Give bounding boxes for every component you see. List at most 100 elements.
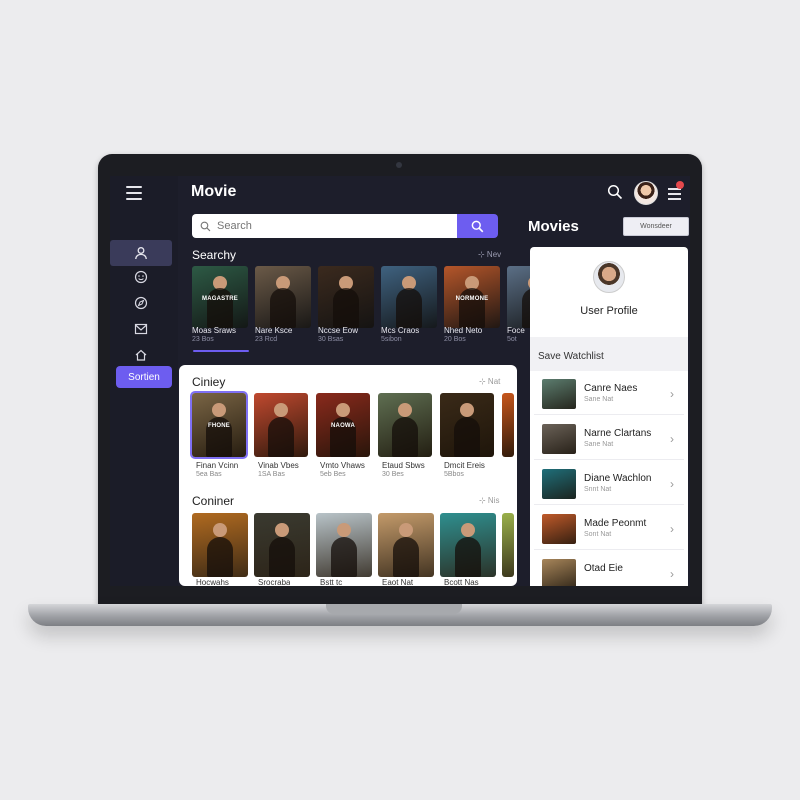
poster-figure <box>392 417 418 457</box>
movie-poster[interactable]: MAGASTRE <box>192 266 248 328</box>
section-more-link[interactable]: ⊹ Nev <box>478 250 501 259</box>
search-input[interactable] <box>217 220 437 232</box>
webcam <box>396 162 402 168</box>
movie-title[interactable]: Foce <box>507 326 525 335</box>
movie-poster[interactable] <box>440 393 494 457</box>
watchlist-thumbnail <box>542 559 576 586</box>
movie-poster[interactable] <box>502 393 514 457</box>
movie-title[interactable]: Hocwahs <box>196 578 229 586</box>
compass-icon[interactable] <box>110 290 172 316</box>
home-icon[interactable] <box>110 342 172 368</box>
search-field[interactable] <box>192 214 458 238</box>
poster-figure <box>270 288 296 328</box>
watchlist-item[interactable]: Made Peonmt Sont Nat › <box>534 508 684 550</box>
poster-figure <box>393 537 419 577</box>
movie-title[interactable]: Etaud Sbws <box>382 461 425 470</box>
movie-subtitle: 20 Bos <box>444 336 466 343</box>
movie-poster[interactable] <box>316 513 372 577</box>
movie-title[interactable]: Srocraba <box>258 578 290 586</box>
poster-figure <box>207 537 233 577</box>
section-title-ciniey: Ciniey <box>192 375 226 389</box>
search-icon <box>471 220 484 232</box>
movie-title[interactable]: Nare Ksce <box>255 326 292 335</box>
movie-title[interactable]: Vmto Vhaws <box>320 461 365 470</box>
chevron-right-icon[interactable]: › <box>670 477 674 491</box>
movie-title[interactable]: Vinab Vbes <box>258 461 299 470</box>
movie-title[interactable]: Mcs Craos <box>381 326 419 335</box>
watchlist-item[interactable]: Narne Clartans Sane Nat › <box>534 418 684 460</box>
watchlist-item[interactable]: Canre Naes Sane Nat › <box>534 373 684 415</box>
poster-figure <box>459 288 485 328</box>
movie-title[interactable]: Bstt tc <box>320 578 342 586</box>
watchlist-item[interactable]: Otad Eie › <box>534 553 684 586</box>
chevron-right-icon[interactable]: › <box>670 567 674 581</box>
watchlist-item-subtitle: Sont Nat <box>584 531 612 538</box>
hamburger-menu-icon[interactable] <box>126 186 142 200</box>
movie-poster[interactable]: NORMONE <box>444 266 500 328</box>
watchlist-button[interactable]: Wonsdeer <box>623 217 689 236</box>
poster-figure-head <box>213 523 227 537</box>
poster-figure-head <box>398 403 412 417</box>
movie-subtitle: 30 Bes <box>382 471 404 478</box>
watchlist-item[interactable]: Diane Wachlon Snnt Nat › <box>534 463 684 505</box>
chevron-right-icon[interactable]: › <box>670 432 674 446</box>
movie-poster[interactable] <box>502 513 514 577</box>
movie-poster[interactable] <box>440 513 496 577</box>
screen: Sortien Movie Searchy ⊹ Nev MAGASTRE Moas… <box>110 176 690 586</box>
movie-poster[interactable] <box>381 266 437 328</box>
movie-title[interactable]: Moas Sraws <box>192 326 236 335</box>
movie-subtitle: 23 Bos <box>192 336 214 343</box>
poster-figure-head <box>337 523 351 537</box>
poster-figure <box>455 537 481 577</box>
movie-title[interactable]: Nhed Neto <box>444 326 482 335</box>
watchlist-item-title: Narne Clartans <box>584 428 652 439</box>
section-more-link[interactable]: ⊹ Nat <box>479 377 500 386</box>
chevron-right-icon[interactable]: › <box>670 522 674 536</box>
movie-title[interactable]: Dmcit Ereis <box>444 461 485 470</box>
user-icon[interactable] <box>110 240 172 266</box>
search-submit-button[interactable] <box>457 214 498 238</box>
watchlist: Canre Naes Sane Nat › Narne Clartans Sane Na… <box>530 371 688 586</box>
search-icon[interactable] <box>607 184 623 200</box>
watchlist-item-subtitle: Sane Nat <box>584 396 614 403</box>
poster-figure <box>396 288 422 328</box>
section-more-link[interactable]: ⊹ Nis <box>479 496 499 505</box>
movie-poster[interactable] <box>254 393 308 457</box>
movie-poster[interactable] <box>192 513 248 577</box>
movie-title[interactable]: Eaot Nat <box>382 578 413 586</box>
content-panel: Ciniey ⊹ Nat FHONE Finan Vcinn 5ea Bas Vina… <box>179 365 517 586</box>
notification-badge <box>676 181 684 189</box>
mail-icon[interactable] <box>110 316 172 342</box>
menu-icon[interactable] <box>668 188 681 200</box>
movie-title[interactable]: Bcott Nas <box>444 578 479 586</box>
search-field-icon <box>200 221 211 231</box>
movie-poster[interactable] <box>318 266 374 328</box>
movie-poster[interactable]: FHONE <box>192 393 246 457</box>
poster-figure-head <box>212 403 226 417</box>
poster-figure-head <box>461 523 475 537</box>
movie-poster[interactable] <box>255 266 311 328</box>
movie-poster[interactable] <box>378 393 432 457</box>
movie-subtitle: 5ot <box>507 336 517 343</box>
app-title: Movie <box>191 183 237 200</box>
sort-button[interactable]: Sortien <box>116 366 172 388</box>
profile-avatar <box>593 261 625 293</box>
watchlist-item-title: Otad Eie <box>584 563 623 574</box>
movie-title[interactable]: Finan Vcinn <box>196 461 238 470</box>
movie-subtitle: 30 Bsas <box>318 336 344 343</box>
movie-poster[interactable]: NAOWA <box>316 393 370 457</box>
movie-poster[interactable] <box>378 513 434 577</box>
movie-poster[interactable] <box>254 513 310 577</box>
watchlist-item-title: Diane Wachlon <box>584 473 652 484</box>
user-profile-card[interactable]: User Profile <box>530 247 688 337</box>
poster-figure-head <box>460 403 474 417</box>
avatar[interactable] <box>634 181 658 205</box>
movie-title[interactable]: Nccse Eow <box>318 326 358 335</box>
poster-text: FHONE <box>208 423 230 429</box>
poster-figure-head <box>399 523 413 537</box>
movies-title: Movies <box>528 218 579 235</box>
poster-figure <box>207 288 233 328</box>
emoji-icon[interactable] <box>110 264 172 290</box>
chevron-right-icon[interactable]: › <box>670 387 674 401</box>
watchlist-thumbnail <box>542 379 576 409</box>
